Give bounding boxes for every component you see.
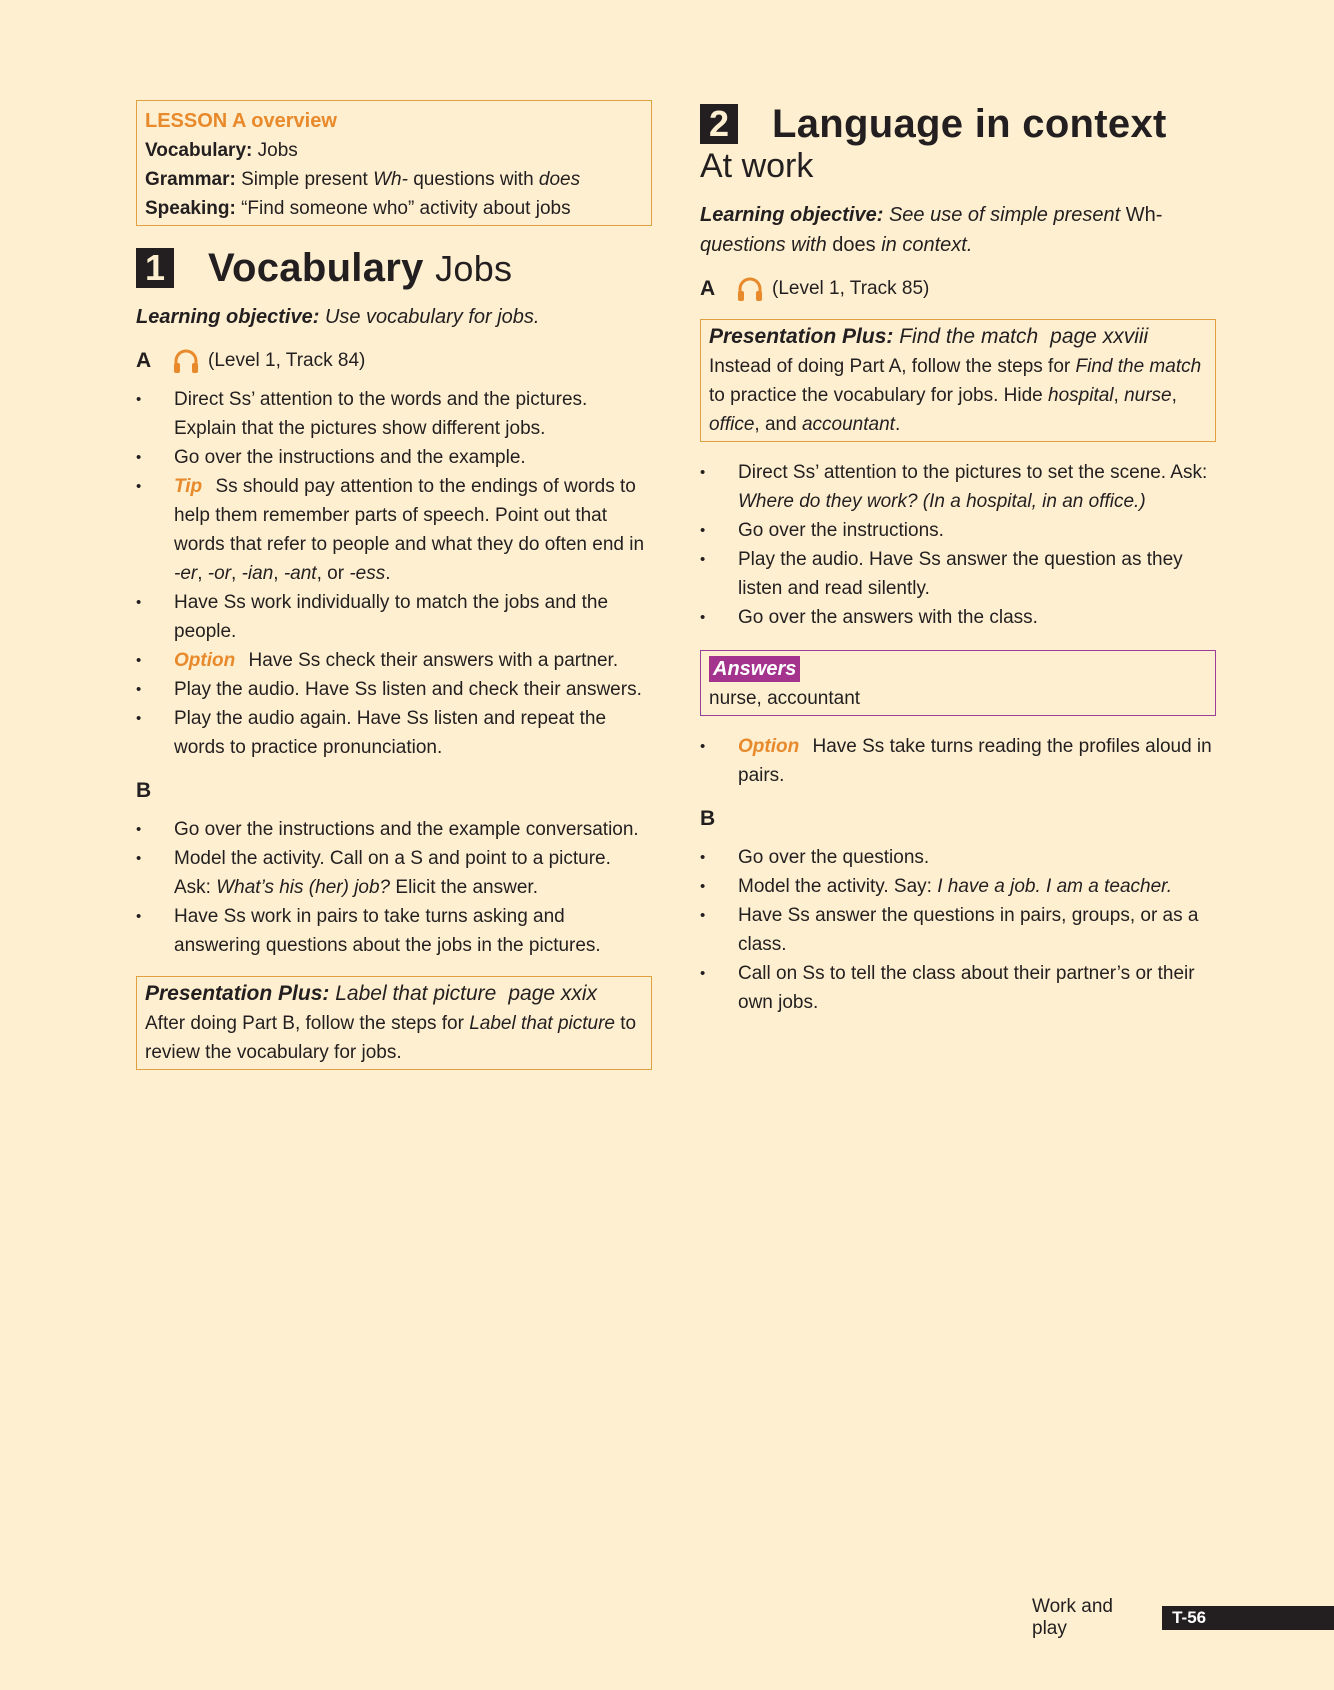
list-item: Model the activity. Call on a S and poin…	[136, 844, 652, 902]
answers-text: nurse, accountant	[709, 688, 861, 709]
presentation-plus-box: Presentation Plus: Find the match page xx…	[700, 319, 1216, 442]
list-item: Direct Ss’ attention to the pictures to …	[700, 458, 1216, 516]
answers-box: Answers nurse, accountant	[700, 650, 1216, 716]
learning-objective: Learning objective: Use vocabulary for j…	[136, 306, 540, 328]
list-item: Option Have Ss take turns reading the pr…	[700, 732, 1216, 790]
page-number: T-56	[1162, 1606, 1334, 1630]
track-label: (Level 1, Track 84)	[208, 350, 366, 371]
list-item: Go over the instructions and the example…	[136, 443, 652, 472]
part-b-heading: B	[136, 776, 652, 805]
part-letter: B	[700, 807, 716, 830]
list-item: Tip Ss should pay attention to the endin…	[136, 472, 652, 588]
tip-label: Tip	[174, 476, 203, 497]
list-item: Go over the answers with the class.	[700, 603, 1216, 632]
part-a-heading: A (Level 1, Track 85)	[700, 274, 1216, 303]
part-a-heading: A (Level 1, Track 84)	[136, 346, 652, 375]
list-item: Model the activity. Say: I have a job. I…	[700, 872, 1216, 901]
presentation-plus-text: Instead of doing Part A, follow the step…	[709, 356, 1202, 435]
page-reference: page xxix	[508, 982, 598, 1005]
option-label: Option	[738, 736, 800, 757]
section-title: Language in context	[772, 101, 1167, 146]
page-footer: Work and play T-56	[1032, 1596, 1334, 1640]
list-item: Option Have Ss check their answers with …	[136, 646, 652, 675]
part-b-steps: Go over the instructions and the example…	[136, 815, 652, 960]
part-a-steps: Direct Ss’ attention to the pictures to …	[700, 458, 1216, 632]
headphones-icon	[738, 277, 762, 301]
right-column: 2 Language in context At work Learning o…	[700, 100, 1216, 1017]
overview-vocabulary: Vocabulary: Jobs	[145, 140, 298, 161]
list-item: Play the audio. Have Ss answer the quest…	[700, 545, 1216, 603]
list-item: Call on Ss to tell the class about their…	[700, 959, 1216, 1017]
part-letter: B	[136, 779, 152, 802]
page-reference: page xxviii	[1050, 325, 1149, 348]
track-label: (Level 1, Track 85)	[772, 278, 930, 299]
answers-label: Answers	[709, 656, 801, 682]
section-2-heading: 2 Language in context	[700, 104, 1216, 144]
section-number: 2	[700, 104, 738, 144]
option-label: Option	[174, 650, 236, 671]
part-a-option: Option Have Ss take turns reading the pr…	[700, 732, 1216, 790]
left-column: LESSON A overview Vocabulary: Jobs Gramm…	[136, 100, 652, 1070]
list-item: Go over the questions.	[700, 843, 1216, 872]
overview-speaking: Speaking: “Find someone who” activity ab…	[145, 198, 571, 219]
overview-title: LESSON A overview	[145, 110, 337, 132]
section-1-heading: 1 Vocabulary Jobs	[136, 248, 652, 288]
list-item: Have Ss work in pairs to take turns aski…	[136, 902, 652, 960]
list-item: Have Ss answer the questions in pairs, g…	[700, 901, 1216, 959]
list-item: Direct Ss’ attention to the words and th…	[136, 385, 652, 443]
overview-grammar: Grammar: Simple present Wh- questions wi…	[145, 169, 581, 190]
presentation-plus-text: After doing Part B, follow the steps for…	[145, 1013, 637, 1063]
learning-objective: Learning objective: See use of simple pr…	[700, 204, 1163, 256]
part-a-steps: Direct Ss’ attention to the words and th…	[136, 385, 652, 762]
presentation-plus-heading: Presentation Plus: Find the match page xx…	[709, 325, 1149, 348]
section-title: Vocabulary Jobs	[208, 245, 513, 290]
headphones-icon	[174, 349, 198, 373]
list-item: Go over the instructions.	[700, 516, 1216, 545]
list-item: Go over the instructions and the example…	[136, 815, 652, 844]
lesson-overview-box: LESSON A overview Vocabulary: Jobs Gramm…	[136, 100, 652, 226]
section-subtitle: At work	[700, 147, 814, 185]
list-item: Play the audio. Have Ss listen and check…	[136, 675, 652, 704]
list-item: Have Ss work individually to match the j…	[136, 588, 652, 646]
part-b-heading: B	[700, 804, 1216, 833]
part-letter: A	[136, 349, 152, 372]
list-item: Play the audio again. Have Ss listen and…	[136, 704, 652, 762]
part-letter: A	[700, 277, 716, 300]
section-number: 1	[136, 248, 174, 288]
unit-title: Work and play	[1032, 1596, 1113, 1639]
part-b-steps: Go over the questions. Model the activit…	[700, 843, 1216, 1017]
presentation-plus-box: Presentation Plus: Label that picture pag…	[136, 976, 652, 1070]
presentation-plus-heading: Presentation Plus: Label that picture pag…	[145, 982, 598, 1005]
